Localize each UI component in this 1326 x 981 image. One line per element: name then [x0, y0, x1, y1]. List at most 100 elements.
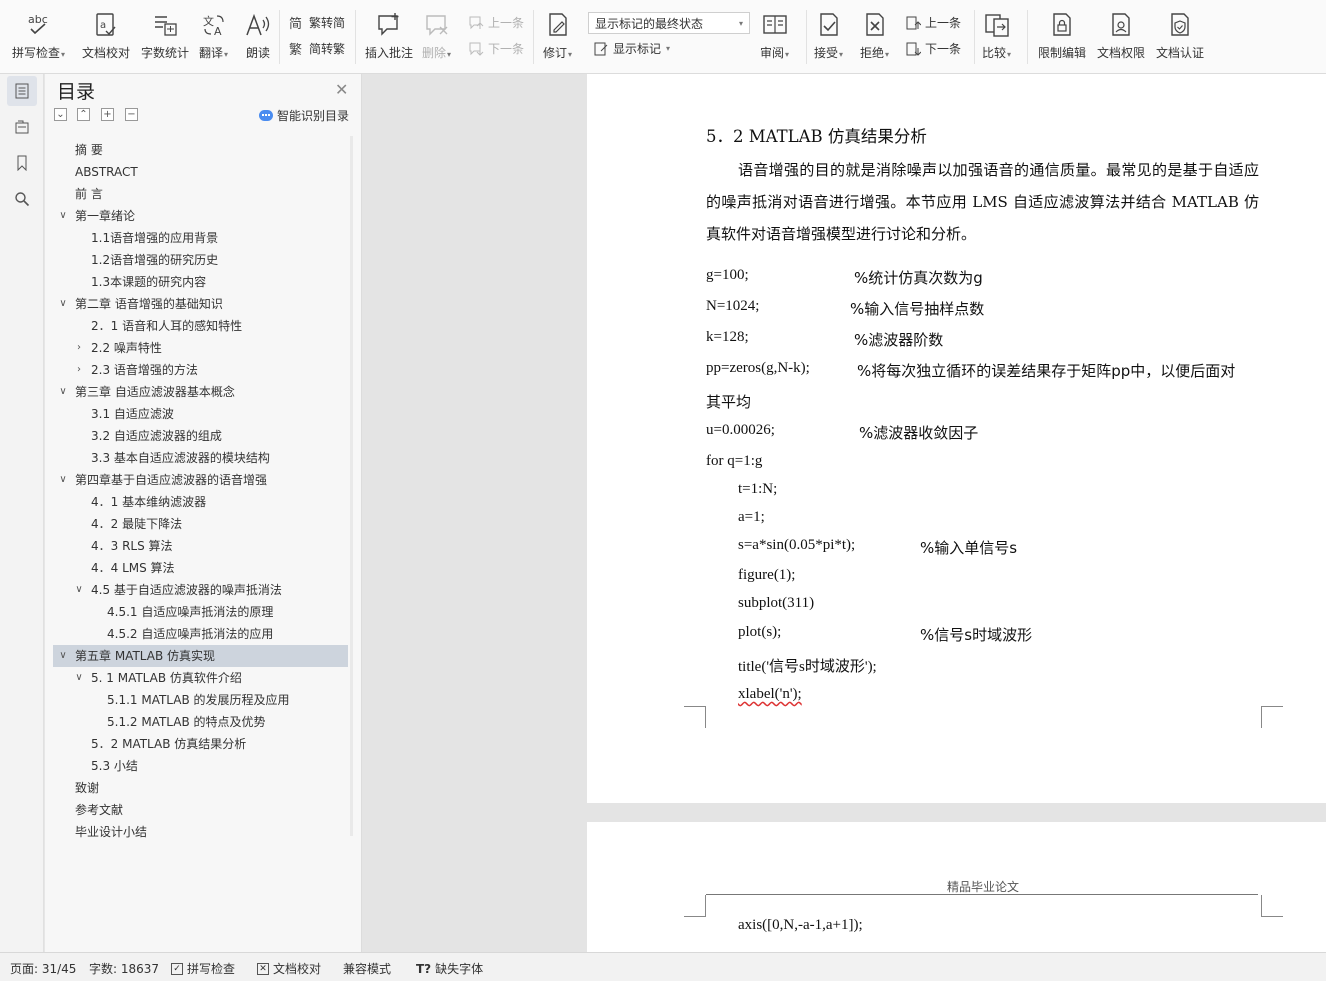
toc-item[interactable]: 4．3 RLS 算法: [53, 535, 348, 557]
compare-button[interactable]: 比较▾: [982, 10, 1011, 61]
markup-state-dropdown[interactable]: 显示标记的最终状态 ▾: [588, 12, 750, 34]
chevron-down-icon[interactable]: ∨: [73, 579, 85, 601]
status-bar: 页面: 31/45 字数: 18637 ✓ 拼写检查 ✕ 文档校对 兼容模式 T…: [0, 952, 1326, 981]
toc-item[interactable]: 3.2 自适应滤波器的组成: [53, 425, 348, 447]
chevron-down-icon: ▾: [738, 18, 743, 28]
toc-item[interactable]: ∨ 4.5 基于自适应滤波器的噪声抵消法: [53, 579, 348, 601]
toc-item[interactable]: 5.3 小结: [53, 755, 348, 777]
review-button[interactable]: 审阅▾: [760, 10, 789, 61]
track-changes-icon: [544, 10, 572, 40]
accept-button[interactable]: 接受▾: [814, 10, 843, 61]
insert-comment-button[interactable]: 插入批注: [365, 10, 413, 61]
page-indicator[interactable]: 页面: 31/45: [10, 960, 76, 977]
toc-item[interactable]: 5.1.2 MATLAB 的特点及优势: [53, 711, 348, 733]
chevron-down-icon[interactable]: ∨: [73, 667, 85, 689]
toc-item-label: 2.3 语音增强的方法: [91, 363, 198, 377]
status-doc-proof[interactable]: ✕ 文档校对: [257, 960, 321, 977]
toc-item[interactable]: 2．1 语音和人耳的感知特性: [53, 315, 348, 337]
toc-item[interactable]: ∨ 第四章基于自适应滤波器的语音增强: [53, 469, 348, 491]
toc-item-label: 3.3 基本自适应滤波器的模块结构: [91, 451, 270, 465]
toc-item[interactable]: 4.5.1 自适应噪声抵消法的原理: [53, 601, 348, 623]
status-spell-check[interactable]: ✓ 拼写检查: [171, 960, 235, 977]
chevron-down-icon[interactable]: ∨: [57, 469, 69, 491]
doc-permission-button[interactable]: 文档权限: [1097, 10, 1145, 61]
doc-proof-button[interactable]: a 文档校对: [82, 10, 130, 61]
code-line: t=1:N;: [738, 481, 778, 497]
toc-item[interactable]: 1.3本课题的研究内容: [53, 271, 348, 293]
add-level-icon[interactable]: +: [101, 108, 114, 121]
document-page-next[interactable]: 精品毕业论文 axis([0,N,-a-1,a+1]);: [587, 822, 1326, 952]
toc-item[interactable]: 5．2 MATLAB 仿真结果分析: [53, 733, 348, 755]
spell-check-button[interactable]: abc 拼写检查▾: [12, 10, 65, 61]
collapse-all-icon[interactable]: ⌄: [54, 108, 67, 121]
toc-item[interactable]: ABSTRACT: [53, 161, 348, 183]
restrict-edit-button[interactable]: 限制编辑: [1038, 10, 1086, 61]
toc-item[interactable]: ∨ 第五章 MATLAB 仿真实现: [53, 645, 348, 667]
toc-item[interactable]: 4．1 基本维纳滤波器: [53, 491, 348, 513]
next-change-button[interactable]: 下一条: [904, 40, 961, 57]
document-area[interactable]: 5．2 MATLAB 仿真结果分析 语音增强的目的就是消除噪声以加强语音的通信质…: [362, 74, 1326, 952]
toc-item[interactable]: 4.5.2 自适应噪声抵消法的应用: [53, 623, 348, 645]
word-count-indicator[interactable]: 字数: 18637: [89, 960, 159, 977]
smart-toc-button[interactable]: 智能识别目录: [259, 107, 349, 124]
chevron-right-icon[interactable]: ›: [73, 337, 85, 359]
prev-comment-button[interactable]: 上一条: [467, 14, 524, 31]
toc-item-label: 5. 1 MATLAB 仿真软件介绍: [91, 671, 242, 685]
toc-nav-button[interactable]: [7, 76, 37, 106]
next-comment-button[interactable]: 下一条: [467, 40, 524, 57]
show-markup-button[interactable]: 显示标记 ▾: [592, 40, 670, 57]
toc-item[interactable]: 5.1.1 MATLAB 的发展历程及应用: [53, 689, 348, 711]
toc-item[interactable]: › 2.3 语音增强的方法: [53, 359, 348, 381]
toc-item[interactable]: 参考文献: [53, 799, 348, 821]
bookmark-nav-button[interactable]: [7, 148, 37, 178]
toc-item[interactable]: ∨ 第二章 语音增强的基础知识: [53, 293, 348, 315]
simp-to-trad-button[interactable]: 繁 简转繁: [288, 40, 346, 57]
search-nav-button[interactable]: [7, 184, 37, 214]
toc-item-label: 第三章 自适应滤波器基本概念: [75, 385, 235, 399]
document-page[interactable]: 5．2 MATLAB 仿真结果分析 语音增强的目的就是消除噪声以加强语音的通信质…: [587, 74, 1326, 803]
toc-item[interactable]: 4．4 LMS 算法: [53, 557, 348, 579]
toc-item[interactable]: 毕业设计小结: [53, 821, 348, 843]
code-line: subplot(311): [738, 595, 815, 611]
reject-button[interactable]: 拒绝▾: [860, 10, 889, 61]
toc-item[interactable]: 致谢: [53, 777, 348, 799]
toc-item[interactable]: 前 言: [53, 183, 348, 205]
toc-scrollbar[interactable]: [348, 136, 356, 836]
missing-font-button[interactable]: T? 缺失字体: [416, 960, 483, 977]
toc-item[interactable]: 4．2 最陡下降法: [53, 513, 348, 535]
toc-item[interactable]: 1.1语音增强的应用背景: [53, 227, 348, 249]
chapter-nav-button[interactable]: [7, 112, 37, 142]
chevron-right-icon[interactable]: ›: [73, 359, 85, 381]
prev-change-button[interactable]: 上一条: [904, 14, 961, 31]
delete-comment-button[interactable]: 删除▾: [422, 10, 451, 61]
remove-level-icon[interactable]: −: [125, 108, 138, 121]
revise-button[interactable]: 修订▾: [543, 10, 572, 61]
toc-item[interactable]: ∨ 第三章 自适应滤波器基本概念: [53, 381, 348, 403]
toc-item-label: 第一章绪论: [75, 209, 136, 223]
word-count-button[interactable]: 字数统计: [141, 10, 189, 61]
code-comment: %滤波器阶数: [854, 331, 944, 349]
toc-item[interactable]: ∨ 5. 1 MATLAB 仿真软件介绍: [53, 667, 348, 689]
translate-button[interactable]: 文A 翻译▾: [199, 10, 228, 61]
read-aloud-icon: [244, 10, 272, 40]
toc-item[interactable]: › 2.2 噪声特性: [53, 337, 348, 359]
doc-proof-icon: a: [92, 10, 120, 40]
doc-certify-button[interactable]: 文档认证: [1156, 10, 1204, 61]
chevron-down-icon[interactable]: ∨: [57, 645, 69, 667]
toc-item[interactable]: 1.2语音增强的研究历史: [53, 249, 348, 271]
svg-text:文: 文: [203, 14, 214, 28]
close-icon[interactable]: ✕: [335, 80, 348, 99]
toc-item[interactable]: 摘 要: [53, 139, 348, 161]
chevron-down-icon[interactable]: ∨: [57, 381, 69, 403]
read-aloud-button[interactable]: 朗读: [244, 10, 272, 61]
toc-item-label: 3.1 自适应滤波: [91, 407, 174, 421]
chevron-down-icon[interactable]: ∨: [57, 205, 69, 227]
toc-item[interactable]: ∨ 第一章绪论: [53, 205, 348, 227]
code-line: pp=zeros(g,N-k);: [706, 360, 810, 376]
trad-to-simp-button[interactable]: 简 繁转简: [288, 14, 346, 31]
toc-item[interactable]: 3.1 自适应滤波: [53, 403, 348, 425]
expand-up-icon[interactable]: ⌃: [77, 108, 90, 121]
chevron-down-icon[interactable]: ∨: [57, 293, 69, 315]
code-line: k=128;: [706, 329, 749, 345]
toc-item[interactable]: 3.3 基本自适应滤波器的模块结构: [53, 447, 348, 469]
